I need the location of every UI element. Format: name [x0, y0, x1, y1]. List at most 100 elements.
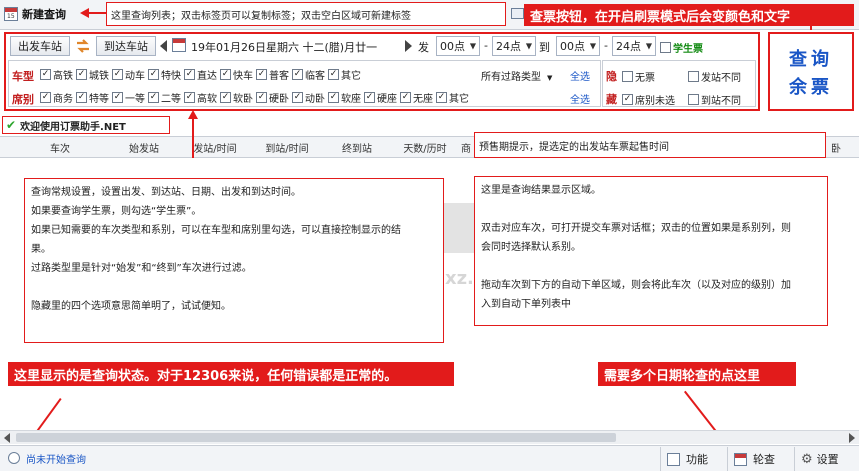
seat-item: 商务 [53, 94, 73, 105]
diff-to-checkbox[interactable]: 到站不同 [688, 92, 741, 107]
checkbox-checked-icon: ✓ [148, 69, 159, 80]
passing-type-select[interactable]: 所有过路类型 ▼ [481, 68, 552, 83]
arrive-to-time-select[interactable]: 24点 ▼ [612, 36, 656, 56]
rotate-query-button[interactable]: 轮查 [727, 447, 793, 471]
seat-checkbox[interactable]: ✓ 二等 [148, 90, 181, 105]
horizontal-scrollbar[interactable] [0, 430, 859, 444]
function-label: 功能 [686, 453, 708, 466]
train-type-checkbox[interactable]: ✓ 普客 [256, 67, 289, 82]
hide-label: 隐 [606, 70, 617, 83]
scroll-thumb[interactable] [16, 433, 616, 442]
date-next-icon[interactable] [405, 40, 412, 52]
seat-item: 硬座 [377, 94, 397, 105]
checkbox-checked-icon: ✓ [184, 69, 195, 80]
train-type-item: 临客 [305, 71, 325, 82]
train-type-select-all[interactable]: 全选 [570, 68, 590, 83]
column-header-train[interactable]: 车次 [30, 138, 90, 156]
seat-checkbox[interactable]: ✓ 特等 [76, 90, 109, 105]
train-type-checkbox[interactable]: ✓ 城铁 [76, 67, 109, 82]
to-station-button[interactable]: 到达车站 [96, 36, 156, 56]
multi-date-note-text: 需要多个日期轮查的点这里 [604, 368, 761, 384]
arrow-to-tab [88, 12, 106, 14]
seat-checkbox[interactable]: ✓ 其它 [436, 90, 469, 105]
train-type-item: 特快 [161, 71, 181, 82]
checkbox-checked-icon: ✓ [436, 92, 447, 103]
checkbox-checked-icon: ✓ [328, 69, 339, 80]
seat-label: 席别 [12, 93, 34, 106]
chevron-down-icon: ▼ [525, 41, 532, 51]
seat-checkbox[interactable]: ✓ 硬卧 [256, 90, 289, 105]
welcome-text: 欢迎使用订票助手.NET [20, 121, 126, 133]
welcome-box: ✔ 欢迎使用订票助手.NET [2, 116, 170, 134]
seat-checkbox[interactable]: ✓ 一等 [112, 90, 145, 105]
train-type-item: 其它 [341, 71, 361, 82]
scroll-right-icon[interactable] [849, 433, 855, 443]
seat-checkbox[interactable]: ✓ 硬座 [364, 90, 397, 105]
results-note-line: 这里是查询结果显示区域。 [481, 185, 601, 196]
to-station-label: 到达车站 [104, 40, 148, 53]
seat-select-all[interactable]: 全选 [570, 91, 590, 106]
column-header-business[interactable]: 商 [458, 138, 474, 156]
seat-checkbox[interactable]: ✓ 软卧 [220, 90, 253, 105]
query-ticket-button[interactable]: 查询 余票 [768, 32, 854, 111]
depart-to-time-value: 24点 [496, 40, 521, 53]
checkbox-checked-icon: ✓ [184, 92, 195, 103]
seat-item: 软卧 [233, 94, 253, 105]
results-note-box: 这里是查询结果显示区域。 双击对应车次，可打开提交车票对话框；双击的位置如果是系… [474, 176, 828, 326]
dash-1: - [484, 39, 488, 52]
date-text[interactable]: 19年01月26日星期六 十二(腊)月廿一 [191, 39, 377, 55]
diff-from-checkbox[interactable]: 发站不同 [688, 69, 741, 84]
seat-checkbox[interactable]: ✓ 软座 [328, 90, 361, 105]
to-word: 到 [539, 41, 550, 54]
seat-checkbox[interactable]: ✓ 动卧 [292, 90, 325, 105]
train-type-checkbox[interactable]: ✓ 高铁 [40, 67, 73, 82]
seat-item: 高软 [197, 94, 217, 105]
status-text: 尚未开始查询 [26, 455, 86, 466]
settings-note-box: 查询常规设置，设置出发、到达站、日期、出发和到达时间。 如果要查询学生票，则勾选… [24, 178, 444, 343]
arrow-to-query-button [810, 26, 812, 30]
chevron-down-icon: ▼ [645, 41, 652, 51]
chevron-down-icon: ▼ [589, 41, 596, 51]
seat-item: 特等 [89, 94, 109, 105]
student-ticket-checkbox[interactable]: 学生票 [660, 40, 703, 55]
arrive-from-time-select[interactable]: 00点 ▼ [556, 36, 600, 56]
train-type-label: 车型 [12, 70, 34, 83]
depart-from-time-select[interactable]: 00点 ▼ [436, 36, 480, 56]
train-type-checkbox[interactable]: ✓ 动车 [112, 67, 145, 82]
train-type-checkbox[interactable]: ✓ 临客 [292, 67, 325, 82]
results-note-line: 入到自动下单列表中 [481, 299, 571, 310]
seat-unselected-checkbox[interactable]: ✓ 席别未选 [622, 92, 675, 107]
train-type-checkbox[interactable]: ✓ 特快 [148, 67, 181, 82]
date-prev-icon[interactable] [160, 40, 167, 52]
settings-button[interactable]: ⚙ 设置 [794, 447, 858, 471]
seat-checkbox[interactable]: ✓ 无座 [400, 90, 433, 105]
from-station-button[interactable]: 出发车站 [10, 36, 70, 56]
column-header-sleeper[interactable]: 卧 [828, 138, 844, 156]
column-header-terminal[interactable]: 终到站 [325, 138, 389, 156]
train-type-checkbox[interactable]: ✓ 直达 [184, 67, 217, 82]
results-note-line: 拖动车次到下方的自动下单区域，则会将此车次（以及对应的级别）加 [481, 280, 791, 291]
tab-new-query[interactable]: 15 新建查询 [4, 3, 80, 25]
train-type-item: 城铁 [89, 71, 109, 82]
dash-2: - [604, 39, 608, 52]
seat-checkbox[interactable]: ✓ 商务 [40, 90, 73, 105]
train-type-item: 普客 [269, 71, 289, 82]
no-ticket-checkbox[interactable]: 无票 [622, 69, 655, 84]
depart-to-time-select[interactable]: 24点 ▼ [492, 36, 536, 56]
seat-unselected-label: 席别未选 [635, 96, 675, 107]
checkbox-checked-icon: ✓ [400, 92, 411, 103]
tab-hint-text: 这里查询列表；双击标签页可以复制标签；双击空白区域可新建标签 [111, 10, 411, 22]
train-type-item: 高铁 [53, 71, 73, 82]
train-type-checkbox[interactable]: ✓ 快车 [220, 67, 253, 82]
train-type-checkbox[interactable]: ✓ 其它 [328, 67, 361, 82]
column-header-origin[interactable]: 始发站 [112, 138, 176, 156]
seat-checkbox[interactable]: ✓ 高软 [184, 90, 217, 105]
date-calendar-icon[interactable] [172, 38, 186, 52]
seat-list: ✓ 商务 ✓ 特等 ✓ 一等 ✓ 二等 ✓ 高软 ✓ 软卧 ✓ 硬卧 ✓ 动卧 ✓ 软座 ✓ 硬座 … [40, 90, 472, 105]
column-header-arrive[interactable]: 到站/时间 [254, 138, 320, 156]
scroll-left-icon[interactable] [4, 433, 10, 443]
function-button[interactable]: 功能 [660, 447, 726, 471]
checkbox-checked-icon: ✓ [256, 69, 267, 80]
swap-stations-icon[interactable] [74, 37, 92, 55]
column-header-duration[interactable]: 天数/历时 [392, 138, 458, 156]
